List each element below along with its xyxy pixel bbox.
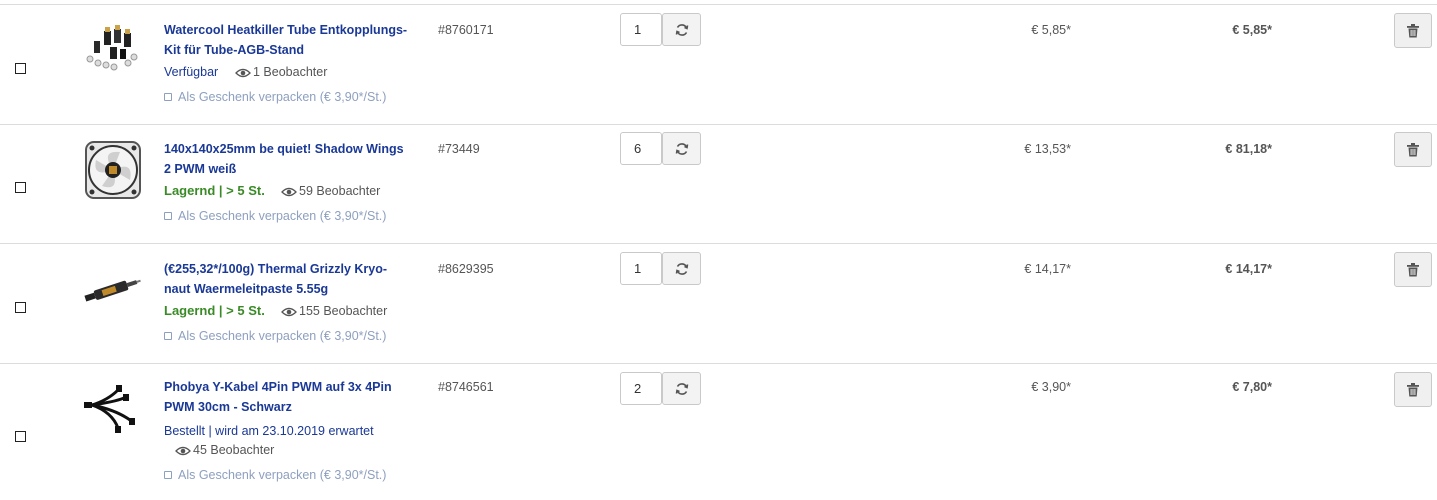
fan-image xyxy=(85,141,141,199)
gift-wrap-label[interactable]: Als Geschenk verpacken (€ 3,90*/St.) xyxy=(178,329,386,343)
cart-item-row: Phobya Y-Kabel 4Pin PWM auf 3x 4Pin PWM … xyxy=(0,364,1437,500)
eye-icon xyxy=(281,307,297,317)
trash-icon xyxy=(1407,142,1419,156)
product-title-line[interactable]: Phobya Y-Kabel 4Pin PWM auf 3x 4Pin xyxy=(164,378,426,398)
gift-wrap-option[interactable]: Als Geschenk verpacken (€ 3,90*/St.) xyxy=(164,466,386,485)
line-total: € 7,80* xyxy=(1232,380,1272,394)
remove-item-button[interactable] xyxy=(1394,252,1432,287)
watchers-label: 1 Beobachter xyxy=(253,65,328,79)
watchers-count: 45 Beobachter xyxy=(175,441,274,460)
product-sku: #73449 xyxy=(438,142,480,156)
product-title-line[interactable]: (€255,32*/100g) Thermal Grizzly Kryo- xyxy=(164,260,426,280)
select-checkbox[interactable] xyxy=(15,63,26,74)
refresh-icon xyxy=(675,382,688,395)
eye-icon xyxy=(175,446,191,456)
update-quantity-button[interactable] xyxy=(662,13,701,46)
quantity-input[interactable] xyxy=(620,132,662,165)
quantity-input[interactable] xyxy=(620,372,662,405)
unit-price: € 14,17* xyxy=(1024,262,1071,276)
product-title[interactable]: 140x140x25mm be quiet! Shadow Wings 2 PW… xyxy=(164,140,426,179)
product-title-line[interactable]: 2 PWM weiß xyxy=(164,160,426,180)
product-sku: #8760171 xyxy=(438,23,494,37)
trash-icon xyxy=(1407,262,1419,276)
gift-wrap-option[interactable]: Als Geschenk verpacken (€ 3,90*/St.) xyxy=(164,327,386,346)
availability-status: Lagernd | > 5 St. xyxy=(164,303,265,318)
gift-checkbox[interactable] xyxy=(164,212,172,220)
decoupling-kit-image xyxy=(86,25,138,71)
gift-wrap-label[interactable]: Als Geschenk verpacken (€ 3,90*/St.) xyxy=(178,90,386,104)
remove-item-button[interactable] xyxy=(1394,13,1432,48)
refresh-icon xyxy=(675,142,688,155)
product-thumbnail[interactable] xyxy=(80,376,144,440)
update-quantity-button[interactable] xyxy=(662,132,701,165)
trash-icon xyxy=(1407,23,1419,37)
eye-icon xyxy=(281,187,297,197)
unit-price: € 3,90* xyxy=(1031,380,1071,394)
line-total: € 5,85* xyxy=(1232,23,1272,37)
quantity-input[interactable] xyxy=(620,13,662,46)
product-sku: #8746561 xyxy=(438,380,494,394)
unit-price: € 5,85* xyxy=(1031,23,1071,37)
line-total: € 81,18* xyxy=(1225,142,1272,156)
cart-item-row: (€255,32*/100g) Thermal Grizzly Kryo- na… xyxy=(0,244,1437,364)
cart-item-row: 140x140x25mm be quiet! Shadow Wings 2 PW… xyxy=(0,124,1437,244)
y-cable-image xyxy=(84,385,135,433)
product-thumbnail[interactable] xyxy=(80,19,144,83)
select-checkbox[interactable] xyxy=(15,182,26,193)
select-checkbox[interactable] xyxy=(15,431,26,442)
product-title-line[interactable]: 140x140x25mm be quiet! Shadow Wings xyxy=(164,140,426,160)
trash-icon xyxy=(1407,382,1419,396)
watchers-count: 1 Beobachter xyxy=(235,63,327,82)
product-title-line[interactable]: Kit für Tube-AGB-Stand xyxy=(164,41,426,61)
update-quantity-button[interactable] xyxy=(662,372,701,405)
watchers-count: 59 Beobachter xyxy=(281,182,380,201)
watchers-label: 59 Beobachter xyxy=(299,184,381,198)
remove-item-button[interactable] xyxy=(1394,132,1432,167)
gift-wrap-label[interactable]: Als Geschenk verpacken (€ 3,90*/St.) xyxy=(178,468,386,482)
select-checkbox[interactable] xyxy=(15,302,26,313)
availability-status: Bestellt | wird am 23.10.2019 erwartet xyxy=(164,424,374,438)
gift-wrap-option[interactable]: Als Geschenk verpacken (€ 3,90*/St.) xyxy=(164,207,386,226)
availability-status: Lagernd | > 5 St. xyxy=(164,183,265,198)
eye-icon xyxy=(235,68,251,78)
product-title[interactable]: (€255,32*/100g) Thermal Grizzly Kryo- na… xyxy=(164,260,426,299)
gift-checkbox[interactable] xyxy=(164,93,172,101)
refresh-icon xyxy=(675,23,688,36)
gift-wrap-label[interactable]: Als Geschenk verpacken (€ 3,90*/St.) xyxy=(178,209,386,223)
line-total: € 14,17* xyxy=(1225,262,1272,276)
refresh-icon xyxy=(675,262,688,275)
unit-price: € 13,53* xyxy=(1024,142,1071,156)
remove-item-button[interactable] xyxy=(1394,372,1432,407)
watchers-count: 155 Beobachter xyxy=(281,302,387,321)
product-title-line[interactable]: naut Waermeleitpaste 5.55g xyxy=(164,280,426,300)
watchers-label: 155 Beobachter xyxy=(299,304,388,318)
product-thumbnail[interactable] xyxy=(80,258,144,322)
update-quantity-button[interactable] xyxy=(662,252,701,285)
quantity-input[interactable] xyxy=(620,252,662,285)
product-title[interactable]: Phobya Y-Kabel 4Pin PWM auf 3x 4Pin PWM … xyxy=(164,378,426,417)
product-thumbnail[interactable] xyxy=(80,138,144,202)
availability-status: Verfügbar xyxy=(164,65,219,79)
gift-wrap-option[interactable]: Als Geschenk verpacken (€ 3,90*/St.) xyxy=(164,88,386,107)
syringe-image xyxy=(84,279,141,302)
gift-checkbox[interactable] xyxy=(164,332,172,340)
product-title[interactable]: Watercool Heatkiller Tube Entkopplungs- … xyxy=(164,21,426,60)
product-sku: #8629395 xyxy=(438,262,494,276)
cart-item-row: Watercool Heatkiller Tube Entkopplungs- … xyxy=(0,4,1437,125)
watchers-label: 45 Beobachter xyxy=(193,443,275,457)
product-title-line[interactable]: PWM 30cm - Schwarz xyxy=(164,398,426,418)
gift-checkbox[interactable] xyxy=(164,471,172,479)
product-title-line[interactable]: Watercool Heatkiller Tube Entkopplungs- xyxy=(164,21,426,41)
